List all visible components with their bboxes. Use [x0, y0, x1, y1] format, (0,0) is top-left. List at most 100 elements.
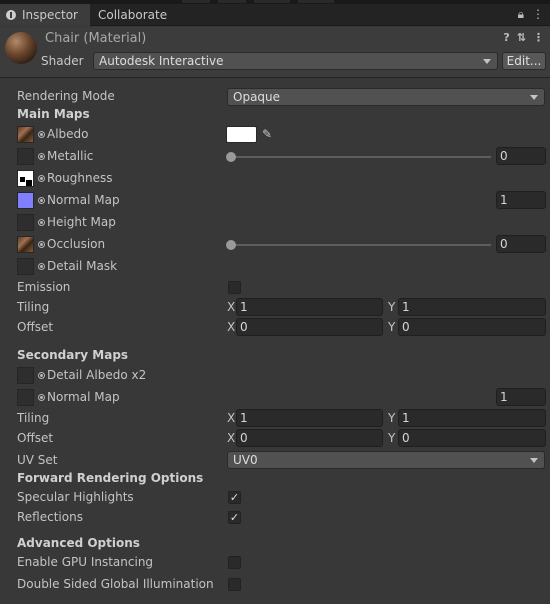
occlusion-slider-handle[interactable]: [226, 240, 236, 250]
advanced-options-heading: Advanced Options: [17, 536, 140, 550]
occlusion-slider[interactable]: [231, 244, 491, 246]
albedo-texture-slot[interactable]: [17, 126, 34, 143]
secondary-normal-map-texture-slot[interactable]: [17, 389, 34, 406]
y-axis-label: Y: [388, 411, 396, 425]
object-picker-icon[interactable]: [38, 372, 45, 379]
chevron-down-icon: [530, 95, 538, 100]
roughness-texture-slot[interactable]: [17, 170, 34, 187]
forward-rendering-heading: Forward Rendering Options: [17, 471, 204, 485]
occlusion-texture-slot[interactable]: [17, 236, 34, 253]
detail-mask-texture-slot[interactable]: [17, 258, 34, 275]
specular-highlights-label: Specular Highlights: [17, 490, 134, 504]
occlusion-label: Occlusion: [47, 237, 106, 251]
detail-albedo-label: Detail Albedo x2: [47, 368, 147, 382]
normal-map-row: Normal Map 1: [0, 191, 550, 211]
secondary-normal-map-row: Normal Map 1: [0, 388, 550, 408]
secondary-tiling-x-field[interactable]: 1: [236, 409, 383, 427]
specular-highlights-checkbox[interactable]: ✓: [228, 491, 241, 504]
y-axis-label: Y: [388, 320, 396, 334]
kebab-menu-icon[interactable]: ⋮: [532, 7, 544, 22]
metallic-slider-handle[interactable]: [226, 152, 236, 162]
albedo-label: Albedo: [47, 127, 89, 141]
shader-dropdown-value: Autodesk Interactive: [99, 54, 224, 68]
main-tiling-x-field[interactable]: 1: [236, 298, 383, 316]
lock-icon[interactable]: 🔒︎: [518, 7, 524, 22]
reflections-label: Reflections: [17, 510, 83, 524]
secondary-offset-x-field[interactable]: 0: [236, 429, 383, 447]
uv-set-row: UV Set UV0: [0, 451, 550, 471]
secondary-tiling-row: Tiling X 1 Y 1: [0, 409, 550, 429]
main-offset-row: Offset X 0 Y 0: [0, 318, 550, 338]
preset-settings-icon[interactable]: ⇅: [517, 31, 526, 44]
height-map-texture-slot[interactable]: [17, 214, 34, 231]
rendering-mode-row: Rendering Mode Opaque: [0, 87, 550, 107]
roughness-row: Roughness: [0, 169, 550, 189]
main-tiling-y-field[interactable]: 1: [398, 298, 546, 316]
secondary-normal-map-scale-field[interactable]: 1: [496, 388, 546, 406]
object-picker-icon[interactable]: [38, 263, 45, 270]
metallic-value-field[interactable]: 0: [496, 147, 546, 165]
uv-set-value: UV0: [233, 453, 258, 467]
object-picker-icon[interactable]: [38, 131, 45, 138]
gpu-instancing-row: Enable GPU Instancing: [0, 553, 550, 573]
y-axis-label: Y: [388, 300, 396, 314]
main-offset-label: Offset: [17, 320, 54, 334]
x-axis-label: X: [227, 300, 236, 314]
specular-highlights-row: Specular Highlights ✓: [0, 488, 550, 508]
gpu-instancing-checkbox[interactable]: [228, 556, 241, 569]
tab-bar: Inspector Collaborate 🔒︎ ⋮: [0, 4, 550, 26]
albedo-color-field[interactable]: [226, 126, 257, 143]
secondary-tiling-y-field[interactable]: 1: [398, 409, 546, 427]
y-axis-label: Y: [388, 431, 396, 445]
shader-dropdown[interactable]: Autodesk Interactive: [93, 52, 498, 70]
normal-map-scale-field[interactable]: 1: [496, 191, 546, 209]
main-tiling-row: Tiling X 1 Y 1: [0, 298, 550, 318]
main-offset-x-field[interactable]: 0: [236, 318, 383, 336]
uv-set-dropdown[interactable]: UV0: [227, 451, 545, 469]
eyedropper-icon[interactable]: ✎: [259, 126, 275, 143]
chevron-down-icon: [530, 458, 538, 463]
reflections-checkbox[interactable]: ✓: [228, 511, 241, 524]
object-picker-icon[interactable]: [38, 153, 45, 160]
object-picker-icon[interactable]: [38, 197, 45, 204]
x-axis-label: X: [227, 411, 236, 425]
metallic-row: Metallic 0: [0, 147, 550, 167]
emission-checkbox[interactable]: [228, 281, 241, 294]
secondary-offset-label: Offset: [17, 431, 54, 445]
secondary-offset-y-field[interactable]: 0: [398, 429, 546, 447]
rendering-mode-dropdown[interactable]: Opaque: [227, 88, 545, 106]
emission-label: Emission: [17, 280, 71, 294]
object-picker-icon[interactable]: [38, 241, 45, 248]
tab-collaborate[interactable]: Collaborate: [98, 4, 167, 26]
shader-edit-button[interactable]: Edit...: [502, 52, 546, 70]
normal-map-label: Normal Map: [47, 193, 120, 207]
metallic-slider[interactable]: [231, 156, 491, 158]
main-maps-heading: Main Maps: [17, 107, 90, 121]
object-picker-icon[interactable]: [38, 219, 45, 226]
material-preview-icon: [5, 32, 37, 64]
object-picker-icon[interactable]: [38, 175, 45, 182]
reflections-row: Reflections ✓: [0, 508, 550, 528]
normal-map-texture-slot[interactable]: [17, 192, 34, 209]
emission-row: Emission: [0, 278, 550, 298]
top-strip-segment: [182, 0, 210, 3]
metallic-texture-slot[interactable]: [17, 148, 34, 165]
height-map-row: Height Map: [0, 213, 550, 233]
metallic-label: Metallic: [47, 149, 94, 163]
rendering-mode-value: Opaque: [233, 90, 281, 104]
tab-inspector[interactable]: Inspector: [0, 4, 90, 26]
top-strip-segment: [298, 0, 334, 3]
help-icon[interactable]: ?: [503, 31, 509, 44]
chevron-down-icon: [483, 59, 491, 64]
main-offset-y-field[interactable]: 0: [398, 318, 546, 336]
detail-albedo-texture-slot[interactable]: [17, 367, 34, 384]
uv-set-label: UV Set: [17, 453, 58, 467]
double-sided-gi-checkbox[interactable]: [228, 578, 241, 591]
x-axis-label: X: [227, 431, 236, 445]
secondary-normal-map-label: Normal Map: [47, 390, 120, 404]
object-picker-icon[interactable]: [38, 394, 45, 401]
rendering-mode-label: Rendering Mode: [17, 89, 115, 103]
shader-label: Shader: [41, 54, 84, 68]
kebab-menu-icon[interactable]: ⋮: [533, 31, 544, 44]
occlusion-value-field[interactable]: 0: [496, 235, 546, 253]
